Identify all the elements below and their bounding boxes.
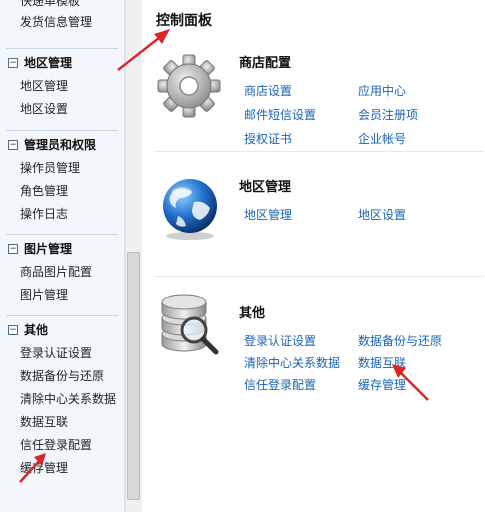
annotation-arrow-sidebar <box>19 453 46 483</box>
link-mail-sms-settings[interactable]: 邮件短信设置 <box>244 106 316 123</box>
link-clear-relations[interactable]: 清除中心关系数据 <box>244 354 340 371</box>
section-divider <box>154 276 484 277</box>
link-region-manage[interactable]: 地区管理 <box>244 206 292 223</box>
section-divider <box>154 151 484 152</box>
sidebar-item[interactable]: 操作日志 <box>0 203 124 226</box>
collapse-toggle-icon[interactable]: − <box>8 140 18 150</box>
collapse-toggle-icon[interactable]: − <box>8 325 18 335</box>
link-backup-restore[interactable]: 数据备份与还原 <box>358 332 442 349</box>
sidebar-group-region: − 地区管理 地区管理 地区设置 <box>0 48 124 121</box>
sidebar-group-title: 图片管理 <box>24 242 73 256</box>
sidebar-item-backup[interactable]: 数据备份与还原 <box>0 365 124 388</box>
link-enterprise-account[interactable]: 企业帐号 <box>358 130 406 147</box>
sidebar-item[interactable]: 商品图片配置 <box>0 261 124 284</box>
section-title: 其他 <box>239 306 266 321</box>
annotation-arrow-link <box>392 364 429 401</box>
sidebar-group-admin: − 管理员和权限 操作员管理 角色管理 操作日志 <box>0 130 124 226</box>
scrollbar-thumb[interactable] <box>127 252 140 500</box>
sidebar-group-header[interactable]: − 图片管理 <box>0 237 124 261</box>
link-app-center[interactable]: 应用中心 <box>358 82 406 99</box>
sidebar-scrollbar[interactable] <box>125 0 142 512</box>
sidebar-group-title: 管理员和权限 <box>24 138 97 152</box>
sidebar-item[interactable]: 图片管理 <box>0 284 124 307</box>
link-login-auth[interactable]: 登录认证设置 <box>244 332 316 349</box>
sidebar-group-header[interactable]: − 管理员和权限 <box>0 133 124 157</box>
collapse-toggle-icon[interactable]: − <box>8 244 18 254</box>
sidebar-item-shipping-info[interactable]: 发货信息管理 <box>0 11 124 34</box>
section-region: 地区管理 地区管理 地区设置 <box>154 176 484 277</box>
link-region-settings[interactable]: 地区设置 <box>358 206 406 223</box>
link-member-register[interactable]: 会员注册项 <box>358 106 418 123</box>
main-panel: 控制面板 商店配置 商店设置 应用中心 邮件短信设置 会员注册项 授权证书 企业… <box>142 0 485 512</box>
link-trust-login[interactable]: 信任登录配置 <box>244 376 316 393</box>
sidebar-group-title: 地区管理 <box>24 56 73 70</box>
link-store-settings[interactable]: 商店设置 <box>244 82 292 99</box>
section-title: 地区管理 <box>239 180 292 195</box>
globe-icon <box>163 179 217 240</box>
sidebar-group-title: 其他 <box>24 323 49 337</box>
sidebar-item-express-template[interactable]: 快递单模板 <box>0 0 124 11</box>
section-store-config: 商店配置 商店设置 应用中心 邮件短信设置 会员注册项 授权证书 企业帐号 <box>154 52 484 152</box>
sidebar-group-header[interactable]: − 地区管理 <box>0 51 124 75</box>
collapse-toggle-icon[interactable]: − <box>8 58 18 68</box>
sidebar-item-data-interconnect[interactable]: 数据互联 <box>0 411 124 434</box>
sidebar-item[interactable]: 地区管理 <box>0 75 124 98</box>
annotation-arrow-title <box>117 29 170 71</box>
sidebar-item-login-auth[interactable]: 登录认证设置 <box>0 342 124 365</box>
section-title: 商店配置 <box>239 56 292 71</box>
sidebar: 快递单模板 发货信息管理 − 地区管理 地区管理 地区设置 − 管理员和权限 操… <box>0 0 125 512</box>
link-license[interactable]: 授权证书 <box>244 130 292 147</box>
sidebar-group-header[interactable]: − 其他 <box>0 318 124 342</box>
database-search-icon <box>161 294 219 355</box>
sidebar-item[interactable]: 操作员管理 <box>0 157 124 180</box>
sidebar-item[interactable]: 地区设置 <box>0 98 124 121</box>
sidebar-group-images: − 图片管理 商品图片配置 图片管理 <box>0 234 124 307</box>
sidebar-item-clear-relations[interactable]: 清除中心关系数据 <box>0 388 124 411</box>
sidebar-item[interactable]: 角色管理 <box>0 180 124 203</box>
